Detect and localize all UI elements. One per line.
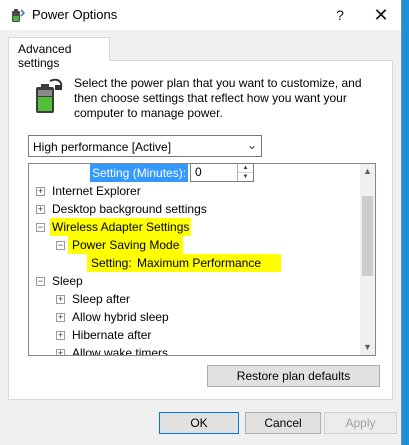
spin-down-icon[interactable]: ▼ xyxy=(238,173,253,181)
spin-up-icon[interactable]: ▲ xyxy=(238,164,253,173)
tree-item-label: Sleep xyxy=(52,274,83,288)
ok-button[interactable]: OK xyxy=(159,412,239,434)
power-options-window: Power Options ? ✕ Advanced settings Sele… xyxy=(0,0,402,445)
power-options-icon xyxy=(12,9,26,22)
scroll-up-icon[interactable]: ▲ xyxy=(360,164,375,179)
spin-buttons: ▲ ▼ xyxy=(237,164,253,181)
cancel-button[interactable]: Cancel xyxy=(245,412,321,434)
title-bar[interactable]: Power Options ? ✕ xyxy=(0,0,401,30)
battery-icon xyxy=(36,78,63,113)
window-title: Power Options xyxy=(32,7,118,22)
expand-icon[interactable]: + xyxy=(36,205,45,214)
tree-item-label: Wireless Adapter Settings xyxy=(50,218,192,236)
setting-value: Maximum Performance xyxy=(137,256,262,270)
expand-icon[interactable]: + xyxy=(36,187,45,196)
setting-minutes-spinbox[interactable]: 0 ▲ ▼ xyxy=(190,163,254,182)
tree-scrollbar[interactable]: ▲ ▼ xyxy=(360,164,375,355)
tree-item-label: Desktop background settings xyxy=(52,202,207,216)
collapse-icon[interactable]: − xyxy=(36,277,45,286)
help-button[interactable]: ? xyxy=(318,0,362,30)
tab-advanced-settings[interactable]: Advanced settings xyxy=(8,37,110,70)
scroll-down-icon[interactable]: ▼ xyxy=(360,340,375,355)
chevron-down-icon: ⌄ xyxy=(246,138,257,152)
collapse-icon[interactable]: − xyxy=(56,241,65,250)
close-button[interactable]: ✕ xyxy=(359,0,403,30)
expand-icon[interactable]: + xyxy=(56,295,65,304)
expand-icon[interactable]: + xyxy=(56,331,65,340)
plan-dropdown[interactable]: High performance [Active] ⌄ xyxy=(28,135,262,157)
expand-icon[interactable]: + xyxy=(56,349,65,355)
power-saving-setting-row[interactable]: Setting: Maximum Performance xyxy=(87,254,281,272)
tab-label: Advanced settings xyxy=(18,42,72,70)
tree-item-label: Power Saving Mode xyxy=(68,236,184,254)
expand-icon[interactable]: + xyxy=(56,313,65,322)
setting-label: Setting: xyxy=(91,256,132,270)
description-text: Select the power plan that you want to c… xyxy=(74,76,362,120)
restore-plan-defaults-button[interactable]: Restore plan defaults xyxy=(207,365,380,387)
apply-button[interactable]: Apply xyxy=(324,412,397,434)
setting-minutes-label: Setting (Minutes): xyxy=(90,164,189,182)
tree-item-label: Sleep after xyxy=(72,292,131,306)
tree-item-label: Allow hybrid sleep xyxy=(72,310,169,324)
tree-item-label: Internet Explorer xyxy=(52,184,141,198)
tree-item-label: Allow wake timers xyxy=(72,346,169,356)
plan-dropdown-value: High performance [Active] xyxy=(33,140,172,154)
setting-minutes-value[interactable]: 0 xyxy=(195,165,202,179)
collapse-icon[interactable]: − xyxy=(36,223,45,232)
settings-tree[interactable]: Setting (Minutes): + Internet Explorer +… xyxy=(28,163,376,356)
tree-item-label: Hibernate after xyxy=(72,328,152,342)
scroll-thumb[interactable] xyxy=(362,196,373,276)
